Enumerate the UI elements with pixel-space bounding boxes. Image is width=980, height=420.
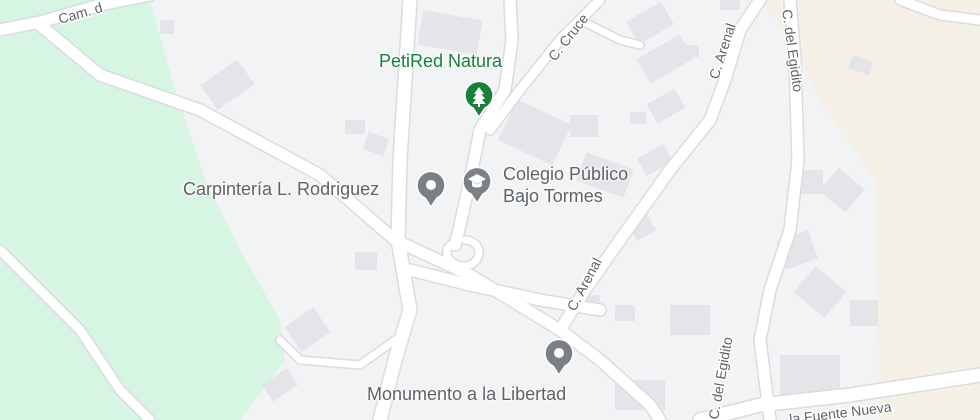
map-canvas[interactable]: Cam. d C. Cruce C. Arenal C. Arenal C. d…: [0, 0, 980, 420]
poi-marker-colegio[interactable]: [462, 166, 492, 205]
dot-icon: [416, 170, 446, 209]
poi-marker-monumento[interactable]: [544, 338, 574, 377]
poi-label-monumento[interactable]: Monumento a la Libertad: [367, 384, 566, 405]
poi-label-colegio-line2[interactable]: Bajo Tormes: [503, 186, 603, 207]
poi-marker-petired[interactable]: [464, 80, 494, 119]
poi-label-colegio-line1[interactable]: Colegio Público: [503, 164, 628, 185]
tree-icon: [464, 80, 494, 119]
dot-icon: [544, 338, 574, 377]
school-icon: [462, 166, 492, 205]
poi-marker-carpinteria[interactable]: [416, 170, 446, 209]
poi-label-carpinteria[interactable]: Carpintería L. Rodriguez: [183, 179, 379, 200]
poi-label-petired[interactable]: PetiRed Natura: [379, 51, 502, 72]
